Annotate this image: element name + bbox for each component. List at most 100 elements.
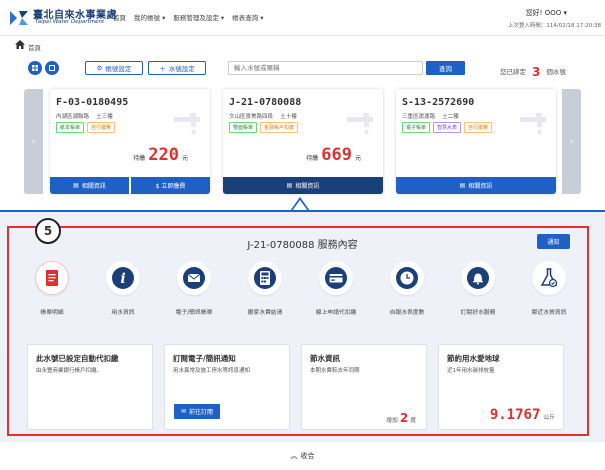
- nav-my-account[interactable]: 我的帳號 ▾: [134, 12, 165, 22]
- service-label: 線上申請代扣繳: [315, 310, 357, 316]
- brand-name-en: Taipei Water Department: [35, 19, 105, 25]
- go-subscribe-button[interactable]: ✉ 前往訂閱: [174, 404, 220, 419]
- tag: 金融帳戶扣繳: [260, 122, 299, 133]
- mail-icon: ✉: [180, 408, 186, 415]
- related-info-label: 相關資訊: [295, 183, 320, 190]
- carousel-next-button[interactable]: ›: [562, 89, 581, 194]
- carbon-unit: 公斤: [543, 415, 555, 421]
- add-account-label: 水號設定: [168, 65, 195, 73]
- bill-icon: [35, 261, 69, 295]
- service-meter-report[interactable]: 自報水表度數: [372, 261, 442, 316]
- carbon-value: 9.1767: [489, 407, 541, 423]
- carousel-prev-button[interactable]: ‹: [24, 89, 43, 194]
- account-address: 文山區景美路四段 土十樓: [229, 114, 297, 120]
- service-label: 用水資訊: [111, 310, 135, 316]
- related-info-button[interactable]: ▤ 相關資訊: [223, 177, 383, 194]
- tag: 雙面帳單: [229, 122, 258, 133]
- notify-button[interactable]: 通知: [537, 234, 570, 249]
- collapse-button[interactable]: ︽ 收合: [0, 442, 605, 470]
- grid-view-button[interactable]: [28, 61, 42, 75]
- related-info-button[interactable]: ▤ 相關資訊: [396, 177, 556, 194]
- search-input[interactable]: [228, 61, 423, 75]
- document-icon: ▤: [459, 182, 466, 189]
- service-auto-debit[interactable]: 線上申請代扣繳: [301, 261, 371, 316]
- bound-count-text: 您已綁定 3 個水號: [500, 63, 566, 79]
- account-setting-button[interactable]: ⚙ 帳號設定: [85, 61, 143, 75]
- chevron-up-double-icon: ︽: [290, 452, 298, 460]
- service-label: 自報水表度數: [389, 310, 425, 316]
- due-label: 待繳: [306, 155, 319, 162]
- tag-list: 電子帳單 智慧水表 自行繳費: [402, 122, 493, 133]
- plus-icon: ＋: [159, 65, 166, 73]
- document-icon: ▤: [73, 182, 79, 189]
- tag-list: 雙面帳單 金融帳戶扣繳: [229, 122, 299, 133]
- card-actions: ▤ 相關資訊 $ 立即繳費: [50, 177, 210, 194]
- query-button[interactable]: 查詢: [426, 61, 465, 75]
- faucet-icon: [174, 113, 200, 135]
- service-water-info[interactable]: i 用水資訊: [88, 261, 158, 316]
- nav-service-settings[interactable]: 服務管理及設定 ▾: [173, 12, 224, 22]
- pay-now-button[interactable]: $ 立即繳費: [131, 177, 210, 194]
- info-subtitle: 由永豐商業銀行帳戶扣繳。: [36, 368, 103, 374]
- account-card[interactable]: F-03-0180495 內湖區湖聯路 土三樓 紙本帳單 自行繳費 待繳 220…: [50, 89, 210, 194]
- info-subtitle: 近1年用水碳排放量: [447, 368, 495, 374]
- tag: 自行繳費: [464, 122, 493, 133]
- chevron-right-icon: ›: [569, 136, 574, 147]
- info-title: 訂閱電子/簡訊通知: [173, 354, 236, 363]
- subscribe-info-box: 訂閱電子/簡訊通知 用水異常及施工停水等訊息通知 ✉ 前往訂閱: [164, 344, 290, 430]
- square-icon: [49, 65, 55, 71]
- home-icon[interactable]: [15, 40, 25, 49]
- info-subtitle: 本期水費較去年同期: [310, 368, 360, 374]
- amount-due: 待繳 669 元: [306, 145, 361, 165]
- breadcrumb[interactable]: 首頁: [28, 42, 41, 52]
- tag: 紙本帳單: [56, 122, 85, 133]
- auto-debit-info-box: 此水號已設定自動代扣繳 由永豐商業銀行帳戶扣繳。: [27, 344, 153, 430]
- chevron-left-icon: ‹: [31, 136, 36, 147]
- account-card[interactable]: S-13-2572690 三重區運運路 土二樓 電子帳單 智慧水表 自行繳費 ▤…: [396, 89, 556, 194]
- service-title: J-21-0780088 服務內容: [247, 240, 358, 251]
- service-label: 鄰近水質資訊: [531, 310, 567, 316]
- nav-bill-query[interactable]: 帳表查詢 ▾: [232, 12, 263, 22]
- bound-suffix: 個水號: [546, 68, 566, 76]
- account-number: J-21-0780088: [229, 97, 302, 108]
- nav-home[interactable]: 首頁: [113, 12, 126, 22]
- service-e-bill[interactable]: 電子/簡訊帳單: [159, 261, 229, 316]
- go-subscribe-label: 前往訂閱: [189, 409, 214, 416]
- logo-icon[interactable]: [8, 8, 30, 28]
- user-menu[interactable]: 您好! OOO ▾: [526, 8, 567, 18]
- increase-label: 增加: [386, 418, 398, 424]
- tag: 自行繳費: [87, 122, 116, 133]
- service-subscribe[interactable]: 訂閱好水服務: [443, 261, 513, 316]
- tag: 電子帳單: [402, 122, 431, 133]
- info-subtitle: 用水異常及施工停水等訊息通知: [173, 368, 251, 374]
- gear-icon: ⚙: [96, 64, 103, 72]
- service-label: 訂閱好水服務: [460, 310, 496, 316]
- pay-now-label: $ 立即繳費: [155, 183, 186, 190]
- document-icon: ▤: [286, 182, 293, 189]
- info-title: 節水資訊: [310, 354, 340, 363]
- account-card-selected[interactable]: J-21-0780088 文山區景美路四段 土十樓 雙面帳單 金融帳戶扣繳 待繳…: [223, 89, 383, 194]
- service-move-settlement[interactable]: 搬家水費結清: [230, 261, 300, 316]
- related-info-label: 相關資訊: [81, 183, 106, 190]
- single-view-button[interactable]: [45, 61, 59, 75]
- due-label: 待繳: [133, 155, 146, 162]
- due-unit: 元: [181, 155, 188, 162]
- water-saving-info-box: 節水資訊 本期水費較去年同期 增加 2 度: [301, 344, 427, 430]
- account-address: 三重區運運路 土二樓: [402, 114, 459, 120]
- bound-count: 3: [532, 65, 541, 79]
- flask-icon: [532, 261, 566, 295]
- due-unit: 元: [354, 155, 361, 162]
- last-login-time: 上次登入時間：114/02/18 17:20:38: [507, 23, 601, 29]
- service-label: 搬家水費結清: [247, 310, 283, 316]
- service-bill-detail[interactable]: 帳單明細: [17, 261, 87, 316]
- increase-unit: 度: [410, 418, 416, 424]
- add-account-button[interactable]: ＋ 水號設定: [148, 61, 206, 75]
- account-setting-label: 帳號設定: [105, 65, 132, 73]
- account-number: S-13-2572690: [402, 97, 475, 108]
- grid-icon: [32, 65, 38, 71]
- related-info-button[interactable]: ▤ 相關資訊: [50, 177, 129, 194]
- due-amount: 669: [321, 145, 352, 165]
- card-actions: ▤ 相關資訊: [223, 177, 383, 194]
- info-title: 此水號已設定自動代扣繳: [36, 354, 119, 363]
- service-water-quality[interactable]: 鄰近水質資訊: [514, 261, 584, 316]
